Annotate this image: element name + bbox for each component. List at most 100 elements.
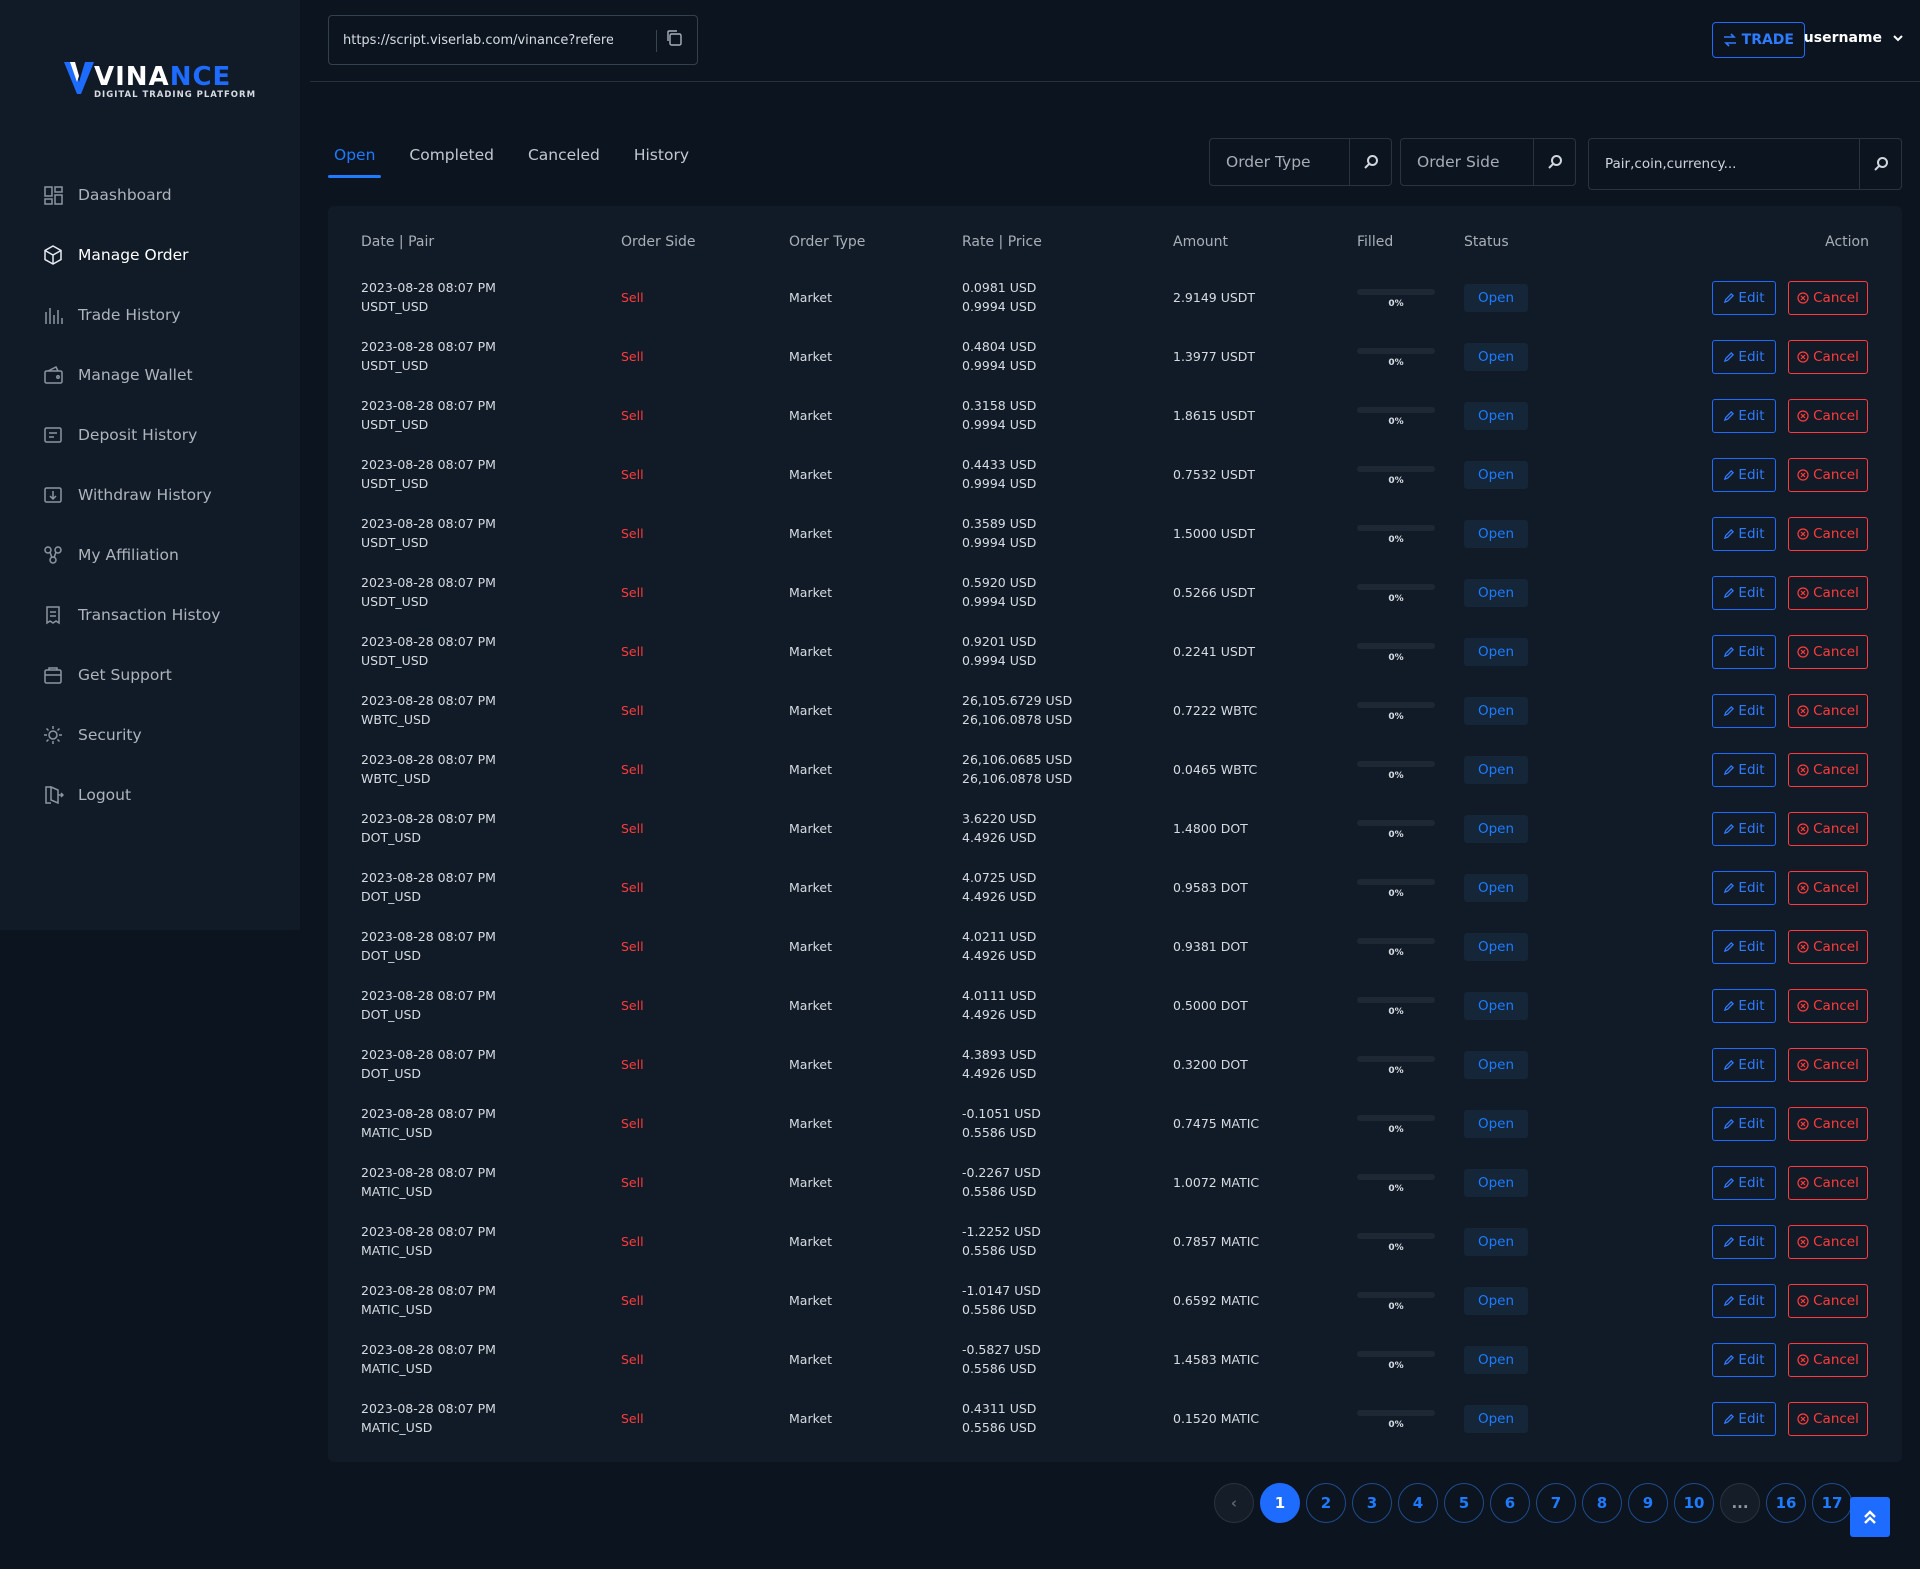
cancel-button[interactable]: Cancel xyxy=(1788,1284,1868,1318)
edit-button[interactable]: Edit xyxy=(1712,399,1776,433)
order-amount: 0.2241 USDT xyxy=(1173,644,1256,659)
user-menu[interactable]: username xyxy=(1804,30,1904,46)
sidebar-item-manage-order[interactable]: Manage Order xyxy=(0,225,300,285)
tab-open[interactable]: Open xyxy=(328,140,382,178)
cancel-button[interactable]: Cancel xyxy=(1788,517,1868,551)
deposit-icon xyxy=(42,424,64,446)
pagination-page[interactable]: 1 xyxy=(1260,1483,1300,1523)
edit-button[interactable]: Edit xyxy=(1712,281,1776,315)
pagination-page[interactable]: 5 xyxy=(1444,1483,1484,1523)
cancel-button[interactable]: Cancel xyxy=(1788,694,1868,728)
edit-button[interactable]: Edit xyxy=(1712,635,1776,669)
cancel-button[interactable]: Cancel xyxy=(1788,1225,1868,1259)
order-side-search-button[interactable] xyxy=(1533,139,1575,185)
sidebar-item-deposit-history[interactable]: Deposit History xyxy=(0,405,300,465)
edit-button[interactable]: Edit xyxy=(1712,1284,1776,1318)
sidebar-item-transaction-histoy[interactable]: Transaction Histoy xyxy=(0,585,300,645)
pagination-page[interactable]: 8 xyxy=(1582,1483,1622,1523)
cancel-button[interactable]: Cancel xyxy=(1788,989,1868,1023)
edit-label: Edit xyxy=(1738,998,1765,1014)
pagination-page[interactable]: 3 xyxy=(1352,1483,1392,1523)
edit-button[interactable]: Edit xyxy=(1712,1048,1776,1082)
order-price: 0.5586 USD xyxy=(962,1361,1037,1376)
tab-canceled[interactable]: Canceled xyxy=(522,140,606,178)
pagination-page[interactable]: 9 xyxy=(1628,1483,1668,1523)
sidebar-item-security[interactable]: Security xyxy=(0,705,300,765)
order-date: 2023-08-28 08:07 PM xyxy=(361,988,496,1003)
trade-button[interactable]: TRADE xyxy=(1711,22,1805,58)
edit-button[interactable]: Edit xyxy=(1712,1107,1776,1141)
cancel-button[interactable]: Cancel xyxy=(1788,340,1868,374)
cancel-button[interactable]: Cancel xyxy=(1788,871,1868,905)
edit-button[interactable]: Edit xyxy=(1712,930,1776,964)
close-circle-icon xyxy=(1797,528,1809,540)
edit-button[interactable]: Edit xyxy=(1712,812,1776,846)
order-rate-price: 0.4804 USD 0.9994 USD xyxy=(962,337,1036,375)
edit-button[interactable]: Edit xyxy=(1712,340,1776,374)
edit-button[interactable]: Edit xyxy=(1712,694,1776,728)
order-side: Sell xyxy=(621,1352,644,1367)
edit-button[interactable]: Edit xyxy=(1712,1402,1776,1436)
sidebar-item-trade-history[interactable]: Trade History xyxy=(0,285,300,345)
order-side-filter[interactable]: Order Side xyxy=(1400,138,1576,186)
pagination-page[interactable]: 2 xyxy=(1306,1483,1346,1523)
pagination-page[interactable]: 7 xyxy=(1536,1483,1576,1523)
order-type-filter[interactable]: Order Type xyxy=(1209,138,1392,186)
cancel-button[interactable]: Cancel xyxy=(1788,458,1868,492)
cancel-button[interactable]: Cancel xyxy=(1788,1402,1868,1436)
edit-button[interactable]: Edit xyxy=(1712,871,1776,905)
cancel-button[interactable]: Cancel xyxy=(1788,281,1868,315)
cancel-button[interactable]: Cancel xyxy=(1788,1343,1868,1377)
pencil-icon xyxy=(1724,705,1735,716)
dashboard-icon xyxy=(42,184,64,206)
edit-button[interactable]: Edit xyxy=(1712,1225,1776,1259)
pagination-page[interactable]: 6 xyxy=(1490,1483,1530,1523)
sidebar-item-manage-wallet[interactable]: Manage Wallet xyxy=(0,345,300,405)
pagination-page[interactable]: 4 xyxy=(1398,1483,1438,1523)
edit-button[interactable]: Edit xyxy=(1712,517,1776,551)
pair-search-input[interactable] xyxy=(1589,156,1859,172)
brand-logo[interactable]: VINANCE DIGITAL TRADING PLATFORM xyxy=(64,60,255,108)
cancel-button[interactable]: Cancel xyxy=(1788,1166,1868,1200)
filled-percent: 0% xyxy=(1388,476,1404,486)
cancel-button[interactable]: Cancel xyxy=(1788,1107,1868,1141)
copy-button[interactable] xyxy=(665,29,687,51)
edit-button[interactable]: Edit xyxy=(1712,458,1776,492)
edit-button[interactable]: Edit xyxy=(1712,753,1776,787)
cancel-button[interactable]: Cancel xyxy=(1788,399,1868,433)
sidebar-item-withdraw-history[interactable]: Withdraw History xyxy=(0,465,300,525)
sidebar-item-get-support[interactable]: Get Support xyxy=(0,645,300,705)
cancel-button[interactable]: Cancel xyxy=(1788,930,1868,964)
trade-icon xyxy=(1723,33,1736,47)
pagination-page[interactable]: 16 xyxy=(1766,1483,1806,1523)
cancel-button[interactable]: Cancel xyxy=(1788,576,1868,610)
close-circle-icon xyxy=(1797,292,1809,304)
pagination-page[interactable]: 10 xyxy=(1674,1483,1714,1523)
order-date-pair: 2023-08-28 08:07 PM WBTC_USD xyxy=(361,691,496,729)
tab-completed[interactable]: Completed xyxy=(403,140,500,178)
order-side: Sell xyxy=(621,1175,644,1190)
edit-button[interactable]: Edit xyxy=(1712,989,1776,1023)
order-type-search-button[interactable] xyxy=(1349,139,1391,185)
order-type: Market xyxy=(789,1352,832,1367)
edit-button[interactable]: Edit xyxy=(1712,1343,1776,1377)
sidebar-item-my-affiliation[interactable]: My Affiliation xyxy=(0,525,300,585)
pagination-prev-button[interactable]: ‹ xyxy=(1214,1483,1254,1523)
edit-button[interactable]: Edit xyxy=(1712,576,1776,610)
order-rate: -1.2252 USD xyxy=(962,1224,1041,1239)
pair-search-button[interactable] xyxy=(1859,139,1901,189)
scroll-top-button[interactable] xyxy=(1850,1497,1890,1537)
cancel-button[interactable]: Cancel xyxy=(1788,812,1868,846)
order-rate: 3.6220 USD xyxy=(962,811,1037,826)
order-type: Market xyxy=(789,1057,832,1072)
cancel-button[interactable]: Cancel xyxy=(1788,635,1868,669)
sidebar-item-daashboard[interactable]: Daashboard xyxy=(0,165,300,225)
referral-url-input[interactable] xyxy=(343,32,613,48)
order-price: 0.5586 USD xyxy=(962,1125,1037,1140)
cancel-button[interactable]: Cancel xyxy=(1788,1048,1868,1082)
edit-button[interactable]: Edit xyxy=(1712,1166,1776,1200)
pagination-page[interactable]: 17 xyxy=(1812,1483,1852,1523)
cancel-button[interactable]: Cancel xyxy=(1788,753,1868,787)
sidebar-item-logout[interactable]: Logout xyxy=(0,765,300,825)
tab-history[interactable]: History xyxy=(628,140,695,178)
